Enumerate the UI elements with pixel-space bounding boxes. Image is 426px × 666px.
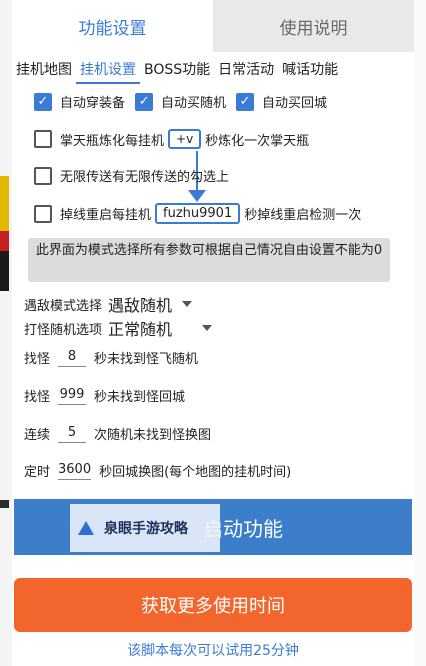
enemy-mode-select[interactable]: 遇敌随机 [104,292,196,316]
numeric-setting-row: 连续 5 次随机未找到怪换图 [24,424,212,444]
checkmark-icon[interactable]: ✓ [34,92,52,111]
random-option-label: 打怪随机选项 [24,322,103,338]
numeric-setting-row: 找怪 8 秒未找到怪飞随机 [24,348,199,368]
setting-prefix: 找怪 [24,390,51,405]
refine-seconds-input[interactable]: +v [168,129,202,149]
reconnect-seconds-input[interactable]: fuzhu9901 [155,203,241,224]
setting-prefix: 定时 [24,465,51,480]
tab-daily[interactable]: 日常活动 [214,58,278,84]
trial-info-text: 该脚本每次可以试用25分钟 [127,643,299,659]
auto-buy-random-option[interactable]: ✓ 自动买随机 [135,92,226,111]
random-option-select[interactable]: 正常随机 [104,316,216,340]
dropdown-caret-icon [182,301,193,307]
refine-row: 掌天瓶炼化每挂机 +v 秒炼化一次掌天瓶 [34,129,309,149]
auto-equip-label: 自动穿装备 [60,96,126,111]
arrow-down-icon [188,190,206,202]
enemy-mode-value: 遇敌随机 [108,296,173,315]
reconnect-checkbox[interactable] [34,204,52,223]
setting-suffix: 秒未找到怪回城 [94,390,186,405]
setting-value-input[interactable]: 5 [58,425,87,443]
auto-buy-return-label: 自动买回城 [262,96,328,111]
setting-value-input[interactable]: 3600 [58,462,92,480]
setting-suffix: 次随机未找到怪换图 [94,428,212,443]
tab-hang-map[interactable]: 挂机地图 [12,58,76,84]
enemy-mode-label: 遇敌模式选择 [24,298,103,314]
right-edge [414,0,426,666]
tab-function-settings[interactable]: 功能设置 [12,0,213,52]
teleport-row: 无限传送有无限传送的勾选上 [34,166,229,185]
refine-prefix: 掌天瓶炼化每挂机 [60,133,165,149]
notice-banner: 此界面为模式选择所有参数可根据自己情况自由设置不能为0 [28,238,390,282]
checkmark-icon[interactable]: ✓ [236,92,255,111]
setting-value-input[interactable]: 999 [58,387,87,405]
auto-equip-option[interactable]: ✓ 自动穿装备 [34,92,125,111]
tab-boss[interactable]: BOSS功能 [140,58,214,84]
refine-suffix: 秒炼化一次掌天瓶 [205,133,310,149]
setting-prefix: 连续 [24,428,51,443]
get-more-time-button[interactable]: 获取更多使用时间 [14,578,412,632]
random-option-row: 打怪随机选项 正常随机 [24,316,216,340]
setting-value-input[interactable]: 8 [58,349,87,367]
watermark-overlay: 泉眼手游攻略 [70,504,220,552]
dropdown-caret-icon [202,325,213,331]
numeric-setting-row: 找怪 999 秒未找到怪回城 [24,386,186,406]
reconnect-row: 掉线重启每挂机 fuzhu9901 秒掉线重启检测一次 [34,203,361,224]
tab-shout[interactable]: 喊话功能 [278,58,342,84]
reconnect-suffix: 秒掉线重启检测一次 [244,208,362,223]
reconnect-prefix: 掉线重启每挂机 [60,208,152,223]
setting-suffix: 秒未找到怪飞随机 [94,352,199,367]
main-tab-bar: 功能设置 使用说明 [12,0,414,52]
sub-tab-bar: 挂机地图 挂机设置 BOSS功能 日常活动 喊话功能 [12,58,414,84]
enemy-mode-row: 遇敌模式选择 遇敌随机 [24,292,196,316]
teleport-label: 无限传送有无限传送的勾选上 [60,170,230,185]
tab-instructions[interactable]: 使用说明 [213,0,414,52]
get-more-time-label: 获取更多使用时间 [141,596,285,617]
watermark-logo-icon [78,521,94,535]
auto-buy-random-label: 自动买随机 [161,96,227,111]
refine-checkbox[interactable] [34,130,52,148]
setting-suffix: 秒回城换图(每个地图的挂机时间) [99,465,292,480]
checkmark-icon[interactable]: ✓ [135,92,154,111]
watermark-text: 泉眼手游攻略 [104,521,188,537]
teleport-checkbox[interactable] [34,166,52,185]
numeric-setting-row: 定时 3600 秒回城换图(每个地图的挂机时间) [24,461,292,481]
random-option-value: 正常随机 [108,320,173,339]
auto-options-row: ✓ 自动穿装备 ✓ 自动买随机 ✓ 自动买回城 [34,92,337,111]
auto-buy-return-option[interactable]: ✓ 自动买回城 [236,92,327,111]
tab-hang-settings[interactable]: 挂机设置 [76,58,140,84]
setting-prefix: 找怪 [24,352,51,367]
left-edge [0,0,12,666]
